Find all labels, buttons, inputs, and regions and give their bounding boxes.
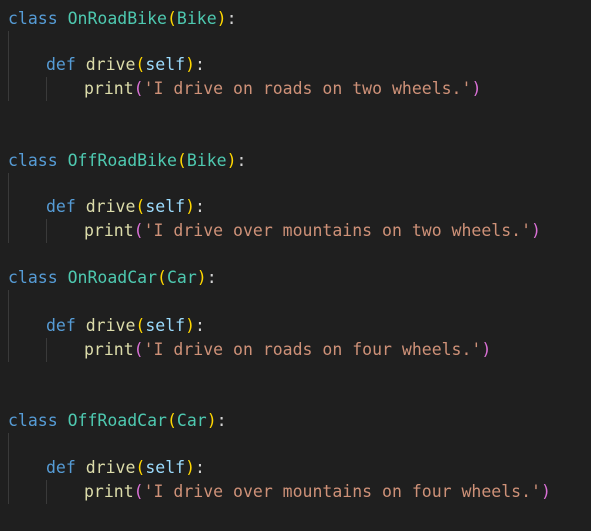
builtin-print: print	[84, 79, 134, 98]
bracket-close: )	[185, 197, 196, 216]
string-literal: 'I drive over mountains on four wheels.'	[143, 482, 541, 501]
bracket-close: )	[206, 411, 217, 430]
bracket-close: )	[481, 340, 492, 359]
bracket-open: (	[135, 55, 146, 74]
indent-guide	[8, 31, 9, 101]
function-name: drive	[85, 316, 136, 335]
code-line-def-drive[interactable]: def drive(self):	[46, 456, 205, 480]
colon: :	[236, 151, 247, 170]
builtin-print: print	[84, 340, 134, 359]
indent-guide	[8, 290, 9, 362]
keyword-def: def	[46, 316, 76, 335]
keyword-def: def	[46, 458, 76, 477]
bracket-close: )	[531, 221, 541, 240]
indent-guide	[8, 173, 9, 243]
indent-guide	[46, 77, 47, 101]
indent-guide	[46, 480, 47, 504]
bracket-open: (	[135, 316, 146, 335]
bracket-close: )	[185, 458, 196, 477]
indent-guide	[8, 433, 9, 504]
colon: :	[226, 9, 237, 28]
code-line-def-drive[interactable]: def drive(self):	[46, 314, 205, 338]
colon: :	[216, 411, 227, 430]
code-line-class-offroadcar[interactable]: class OffRoadCar(Car):	[8, 409, 227, 433]
bracket-close: )	[471, 79, 482, 98]
keyword-class: class	[8, 9, 58, 28]
bracket-close: )	[226, 151, 237, 170]
class-name: OnRoadBike	[67, 9, 167, 28]
colon: :	[195, 316, 205, 335]
base-class-name: Car	[166, 268, 197, 287]
code-line-class-onroadbike[interactable]: class OnRoadBike(Bike):	[8, 7, 237, 31]
code-line-class-offroadbike[interactable]: class OffRoadBike(Bike):	[8, 149, 246, 173]
string-literal: 'I drive on roads on two wheels.'	[143, 79, 472, 98]
base-class-name: Car	[176, 411, 207, 430]
code-editor[interactable]: class OnRoadBike(Bike): def drive(self):…	[0, 0, 591, 531]
bracket-open: (	[135, 197, 146, 216]
code-line-print[interactable]: print('I drive over mountains on two whe…	[84, 219, 541, 243]
bracket-open: (	[176, 151, 187, 170]
string-literal: 'I drive over mountains on two wheels.'	[143, 221, 532, 240]
colon: :	[195, 197, 205, 216]
bracket-close: )	[540, 482, 551, 501]
code-line-class-onroadcar[interactable]: class OnRoadCar(Car):	[8, 266, 217, 290]
code-line-print[interactable]: print('I drive over mountains on four wh…	[84, 480, 551, 504]
code-line-print[interactable]: print('I drive on roads on four wheels.'…	[84, 338, 491, 362]
keyword-class: class	[8, 151, 58, 170]
bracket-open: (	[135, 458, 146, 477]
string-literal: 'I drive on roads on four wheels.'	[143, 340, 482, 359]
bracket-close: )	[185, 316, 196, 335]
base-class-name: Bike	[176, 9, 217, 28]
colon: :	[195, 55, 205, 74]
bracket-open: (	[133, 482, 144, 501]
bracket-open: (	[157, 268, 167, 287]
bracket-close: )	[196, 268, 207, 287]
keyword-def: def	[46, 197, 76, 216]
builtin-print: print	[84, 221, 134, 240]
function-name: drive	[85, 458, 136, 477]
colon: :	[206, 268, 217, 287]
class-name: OffRoadCar	[67, 411, 167, 430]
parameter-self: self	[145, 55, 186, 74]
parameter-self: self	[145, 316, 186, 335]
code-line-def-drive[interactable]: def drive(self):	[46, 53, 205, 77]
keyword-class: class	[8, 411, 58, 430]
builtin-print: print	[84, 482, 134, 501]
bracket-close: )	[185, 55, 196, 74]
keyword-def: def	[46, 55, 76, 74]
function-name: drive	[85, 55, 136, 74]
indent-guide	[46, 219, 47, 243]
bracket-open: (	[166, 9, 177, 28]
bracket-open: (	[166, 411, 177, 430]
class-name: OnRoadCar	[67, 268, 158, 287]
bracket-open: (	[133, 221, 144, 240]
keyword-class: class	[8, 268, 58, 287]
bracket-open: (	[133, 79, 144, 98]
base-class-name: Bike	[186, 151, 227, 170]
code-line-print[interactable]: print('I drive on roads on two wheels.')	[84, 77, 481, 101]
colon: :	[195, 458, 205, 477]
bracket-close: )	[216, 9, 227, 28]
bracket-open: (	[133, 340, 144, 359]
parameter-self: self	[145, 197, 186, 216]
function-name: drive	[85, 197, 136, 216]
parameter-self: self	[145, 458, 186, 477]
indent-guide	[46, 338, 47, 362]
code-line-def-drive[interactable]: def drive(self):	[46, 195, 205, 219]
class-name: OffRoadBike	[67, 151, 177, 170]
